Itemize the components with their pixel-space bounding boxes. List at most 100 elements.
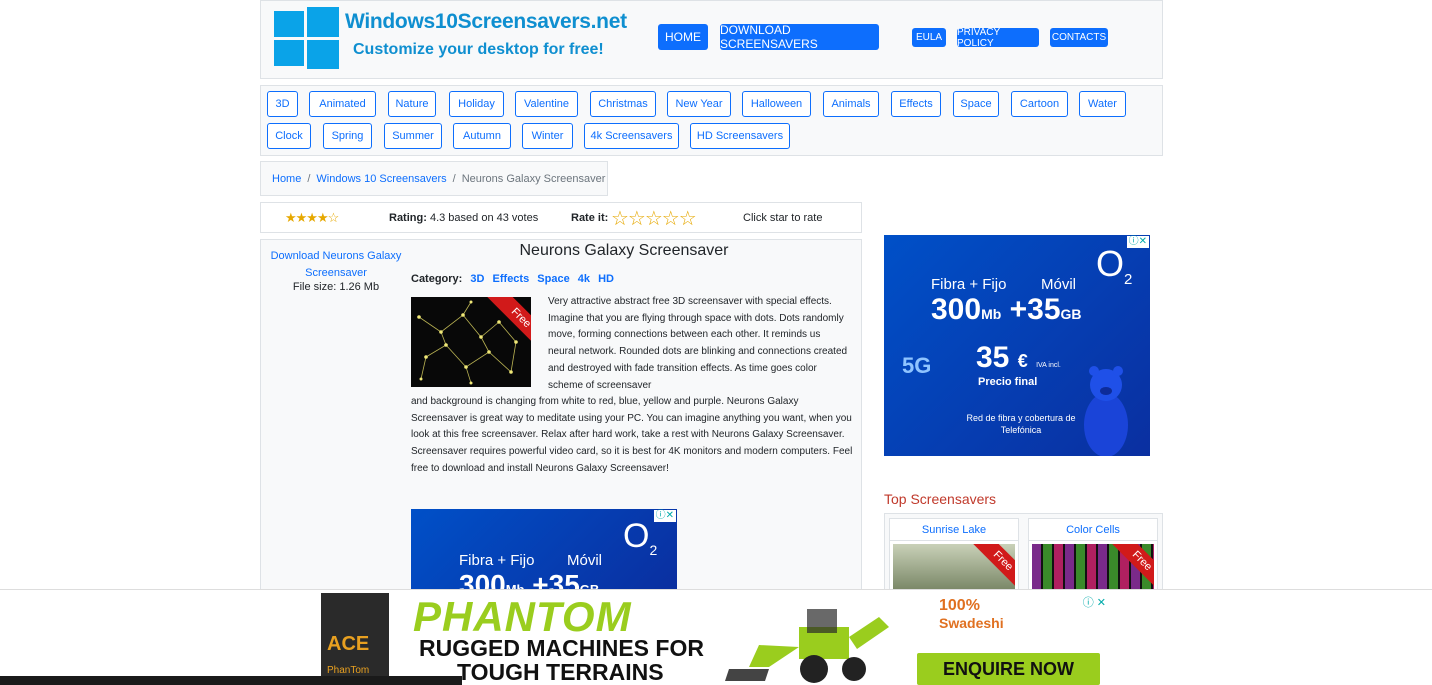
ad-speed-unit: Mb <box>981 306 1002 322</box>
category-valentine[interactable]: Valentine <box>515 91 578 117</box>
ad-currency: € <box>1017 351 1028 371</box>
ad-line-left: Fibra + Fijo <box>931 276 1007 293</box>
bear-mascot-icon <box>1084 366 1128 456</box>
category-winter[interactable]: Winter <box>522 123 573 149</box>
nav-home-button[interactable]: HOME <box>658 24 708 50</box>
enquire-now-button[interactable]: ENQUIRE NOW <box>917 653 1100 685</box>
category-summer[interactable]: Summer <box>384 123 442 149</box>
ad-price-value: 35 <box>976 341 1010 374</box>
category-4k[interactable]: 4k Screensavers <box>584 123 679 149</box>
ad-line-right: Móvil <box>567 552 603 569</box>
breadcrumb-separator: / <box>307 172 311 185</box>
ad-plus: + <box>1009 293 1028 326</box>
top-item-title[interactable]: Sunrise Lake <box>890 519 1018 541</box>
o2-brand: O <box>623 517 650 555</box>
ad-data-value: 35 <box>1027 293 1061 326</box>
nav-privacy-button[interactable]: PRIVACY POLICY <box>957 27 1039 49</box>
badge-percent: 100% <box>939 597 980 614</box>
category-effects[interactable]: Effects <box>891 91 941 117</box>
category-3d[interactable]: 3D <box>267 91 298 117</box>
category-hd[interactable]: HD Screensavers <box>690 123 790 149</box>
fiveg-badge: 5G <box>902 353 932 378</box>
nav-download-button[interactable]: DOWNLOAD SCREENSAVERS <box>720 23 879 51</box>
download-link[interactable]: Download Neurons Galaxy Screensaver <box>270 248 402 282</box>
ad-speed-inline: 300Mb +35GB <box>459 569 599 589</box>
category-animated[interactable]: Animated <box>309 91 376 117</box>
page-title: Neurons Galaxy Screensaver <box>519 242 729 259</box>
category-label: Category: <box>411 273 463 285</box>
ad-plus: + <box>532 569 549 589</box>
o2-brand: O <box>1096 243 1125 284</box>
site-name[interactable]: Windows10Screensavers.net <box>345 10 627 34</box>
badge-sub: Swadeshi <box>939 615 1004 631</box>
tag-space[interactable]: Space <box>537 273 569 285</box>
category-space[interactable]: Space <box>953 91 999 117</box>
category-water[interactable]: Water <box>1079 91 1126 117</box>
description-part-1: Very attractive abstract free 3D screens… <box>548 296 848 391</box>
category-clock[interactable]: Clock <box>267 123 311 149</box>
o2-ad-sidebar[interactable]: ⓘ✕ Fibra + Fijo Móvil O2 300Mb +35GB 5G … <box>884 235 1150 456</box>
ad-sub2: TOUGH TERRAINS <box>457 659 664 685</box>
ad-speed-unit: Mb <box>506 582 525 589</box>
category-animals[interactable]: Animals <box>823 91 879 117</box>
description-part-2: and background is changing from white to… <box>411 396 853 474</box>
category-autumn[interactable]: Autumn <box>453 123 511 149</box>
breadcrumb-separator: / <box>452 172 456 185</box>
average-rating-stars-icon: ★★★★☆ <box>285 210 339 225</box>
ad-line-left: Fibra + Fijo <box>459 552 535 569</box>
tag-hd[interactable]: HD <box>598 273 614 285</box>
nav-contacts-button[interactable]: CONTACTS <box>1050 28 1108 47</box>
swadeshi-badge: 100% Swadeshi <box>939 597 1004 633</box>
breadcrumb-current: Neurons Galaxy Screensaver <box>461 172 606 185</box>
rating-bar: ★★★★☆ Rating: 4.3 based on 43 votes Rate… <box>260 202 862 233</box>
ad-price-label: Precio final <box>978 376 1038 388</box>
o2-logo-icon: O2 <box>1096 243 1132 288</box>
rating-summary: Rating: 4.3 based on 43 votes <box>389 212 538 224</box>
breadcrumb-section-link[interactable]: Windows 10 Screensavers <box>316 173 446 185</box>
ad-speed: 300Mb +35GB <box>931 293 1082 327</box>
ad-data-unit: GB <box>580 582 600 589</box>
top-item-sunrise-lake[interactable]: Sunrise Lake Free <box>889 518 1019 598</box>
file-size: File size: 1.26 Mb <box>292 281 380 293</box>
rate-stars-input[interactable]: ☆☆☆☆☆ <box>611 206 697 231</box>
o2-brand-sub: 2 <box>1124 271 1133 289</box>
tag-effects[interactable]: Effects <box>493 273 530 285</box>
ace-logo-icon: ACE PhanTom <box>321 593 389 685</box>
windows-logo-icon[interactable] <box>274 7 339 69</box>
top-item-title[interactable]: Color Cells <box>1029 519 1157 541</box>
site-tagline: Customize your desktop for free! <box>353 41 604 58</box>
category-christmas[interactable]: Christmas <box>590 91 656 117</box>
rating-label: Rating: <box>389 212 427 224</box>
ad-data-unit: GB <box>1060 306 1082 322</box>
category-new-year[interactable]: New Year <box>667 91 731 117</box>
phantom-ad[interactable]: ACE PhanTom PHANTOM RUGGED MACHINES FOR … <box>321 593 1108 685</box>
ad-data-value: 35 <box>548 569 580 589</box>
ace-brand-sub: PhanTom <box>327 665 370 676</box>
category-line: Category: 3D Effects Space 4k HD <box>411 273 614 285</box>
ad-line-right: Móvil <box>1041 276 1077 293</box>
nav-eula-button[interactable]: EULA <box>912 28 946 47</box>
rate-it-label: Rate it: <box>571 212 609 224</box>
breadcrumb-home-link[interactable]: Home <box>272 173 301 185</box>
breadcrumb: Home / Windows 10 Screensavers / Neurons… <box>260 161 608 196</box>
ad-headline: PHANTOM <box>413 593 632 640</box>
screensaver-thumbnail[interactable]: Free <box>411 297 531 387</box>
o2-ad-inline[interactable]: ⓘ✕ Fibra + Fijo Móvil O2 300Mb +35GB <box>411 509 677 589</box>
status-strip <box>0 676 462 685</box>
category-nature[interactable]: Nature <box>388 91 436 117</box>
ad-price: 35 € IVA incl. <box>976 341 1061 375</box>
category-halloween[interactable]: Halloween <box>742 91 811 117</box>
tag-4k[interactable]: 4k <box>578 273 590 285</box>
category-spring[interactable]: Spring <box>323 123 372 149</box>
free-ribbon: Free <box>968 544 1015 596</box>
ad-speed-value: 300 <box>459 569 506 589</box>
tag-3d[interactable]: 3D <box>470 273 484 285</box>
ad-iva: IVA incl. <box>1036 362 1061 369</box>
ad-close-icon[interactable]: ⓘ ✕ <box>1083 594 1106 610</box>
category-holiday[interactable]: Holiday <box>449 91 504 117</box>
top-item-color-cells[interactable]: Color Cells Free <box>1028 518 1158 598</box>
category-cartoon[interactable]: Cartoon <box>1011 91 1068 117</box>
ad-footer: Red de fibra y cobertura de Telefónica <box>966 413 1076 435</box>
ace-brand: ACE <box>327 633 370 655</box>
ad-speed-value: 300 <box>931 293 982 326</box>
